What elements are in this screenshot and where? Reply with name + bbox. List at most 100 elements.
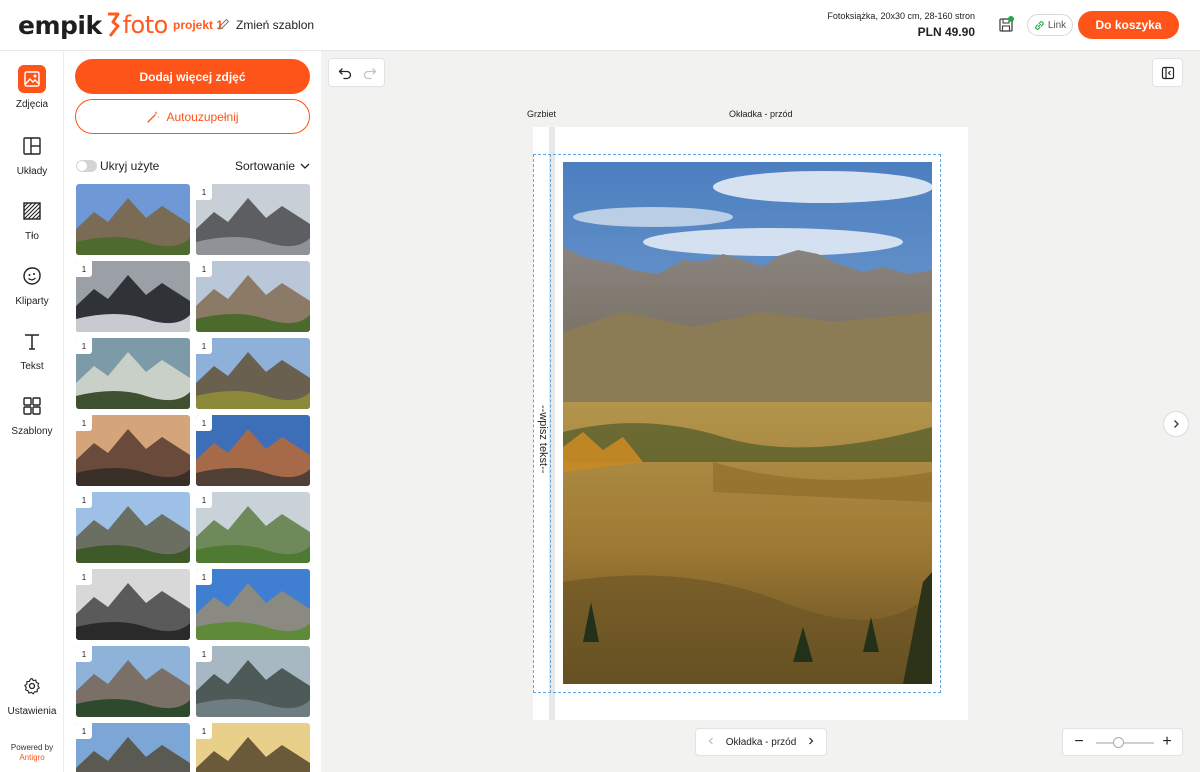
nav-item-cliparts[interactable]: Kliparty	[0, 262, 64, 307]
photo-thumbnail-image	[196, 569, 310, 640]
powered-by-brand[interactable]: Antigro	[0, 753, 64, 763]
logo-mark-icon	[106, 12, 120, 38]
photos-panel: Dodaj więcej zdjęć Autouzupełnij Ukryj u…	[64, 51, 321, 772]
photo-thumbnail[interactable]: 1	[76, 415, 190, 486]
product-price: PLN 49.90	[917, 25, 975, 39]
clipart-sticker-icon	[18, 262, 46, 290]
photo-thumbnail[interactable]: 1	[196, 261, 310, 332]
photo-thumbnail-image	[196, 261, 310, 332]
photo-thumbnail-image	[76, 646, 190, 717]
usage-count-badge: 1	[196, 646, 212, 662]
nav-item-templates[interactable]: Szablony	[0, 392, 64, 437]
usage-count-badge: 1	[196, 415, 212, 431]
cover-photo[interactable]	[563, 162, 932, 684]
autofill-label: Autouzupełnij	[166, 109, 239, 124]
nav-item-layouts[interactable]: Układy	[0, 132, 64, 177]
undo-icon[interactable]	[338, 66, 352, 80]
redo-icon[interactable]	[363, 66, 377, 80]
toggle-side-panel-button[interactable]	[1152, 58, 1183, 87]
next-page-button[interactable]	[1163, 411, 1189, 437]
photo-thumbnail-image	[76, 569, 190, 640]
photo-thumbnail[interactable]: 1	[196, 646, 310, 717]
photo-thumbnail-image	[76, 261, 190, 332]
nav-label-background: Tło	[25, 231, 39, 242]
nav-label-photos: Zdjęcia	[15, 99, 49, 110]
photo-thumbnail[interactable]: 1	[196, 415, 310, 486]
link-label: Link	[1047, 19, 1067, 31]
usage-count-badge: 1	[196, 569, 212, 585]
usage-count-badge: 1	[196, 492, 212, 508]
photo-thumbnail-image	[196, 646, 310, 717]
photo-thumbnail-image	[76, 723, 190, 772]
photo-thumbnail-image	[76, 492, 190, 563]
photo-thumbnail-image	[76, 184, 190, 255]
usage-count-badge: 1	[76, 261, 92, 277]
photo-thumbnail[interactable]	[76, 184, 190, 255]
nav-item-background[interactable]: Tło	[0, 197, 64, 242]
photo-thumbnail[interactable]: 1	[76, 646, 190, 717]
prev-page-chevron-icon[interactable]	[706, 736, 716, 749]
sidebar-toggle-icon	[1161, 66, 1174, 79]
pencil-icon[interactable]	[217, 17, 231, 31]
photo-thumbnail-image	[196, 492, 310, 563]
link-button[interactable]: Link	[1027, 14, 1073, 36]
nav-label-cliparts: Kliparty	[15, 296, 49, 307]
photo-thumbnail[interactable]: 1	[196, 723, 310, 772]
zoom-in-icon[interactable]: +	[1160, 734, 1174, 750]
usage-count-badge: 1	[76, 646, 92, 662]
photo-thumbnail[interactable]: 1	[196, 338, 310, 409]
text-icon	[18, 327, 46, 355]
usage-count-badge: 1	[76, 415, 92, 431]
photo-thumbnail-image	[196, 338, 310, 409]
add-more-photos-button[interactable]: Dodaj więcej zdjęć	[75, 59, 310, 94]
link-icon	[1035, 20, 1044, 30]
magic-wand-icon	[147, 110, 160, 123]
photo-thumbnail[interactable]: 1	[196, 184, 310, 255]
background-pattern-icon	[18, 197, 46, 225]
hide-used-label: Ukryj użyte	[100, 159, 160, 173]
zoom-slider-handle[interactable]	[1113, 737, 1124, 748]
change-template-link[interactable]: Zmień szablon	[236, 18, 314, 32]
usage-count-badge: 1	[76, 492, 92, 508]
spine-text-placeholder[interactable]: --wpisz tekst--	[535, 405, 549, 473]
cover-landscape-image	[563, 162, 932, 684]
nav-item-text[interactable]: Tekst	[0, 327, 64, 372]
usage-count-badge: 1	[76, 723, 92, 739]
photo-thumbnail-image	[196, 184, 310, 255]
photo-thumbnail[interactable]: 1	[76, 723, 190, 772]
add-to-cart-button[interactable]: Do koszyka	[1078, 11, 1179, 39]
undo-redo-group	[328, 58, 385, 87]
left-toolbar: Zdjęcia Układy Tło Kliparty Tekst Szablo…	[0, 51, 64, 772]
spine-label: Grzbiet	[527, 109, 557, 119]
nav-item-settings[interactable]: Ustawienia	[0, 672, 64, 717]
autofill-button[interactable]: Autouzupełnij	[75, 99, 310, 134]
usage-count-badge: 1	[196, 184, 212, 200]
photo-thumbnail-image	[196, 723, 310, 772]
sort-label: Sortowanie	[235, 159, 296, 173]
usage-count-badge: 1	[196, 261, 212, 277]
photo-thumbnail[interactable]: 1	[196, 492, 310, 563]
zoom-out-icon[interactable]: −	[1072, 734, 1086, 750]
front-cover-label: Okładka - przód	[729, 109, 793, 119]
zoom-slider-track[interactable]	[1096, 742, 1154, 744]
usage-count-badge: 1	[196, 723, 212, 739]
logo-foto-text: foto	[122, 11, 169, 39]
photo-thumbnail[interactable]: 1	[76, 338, 190, 409]
chevron-down-icon	[300, 163, 310, 169]
photo-thumbnail[interactable]: 1	[76, 569, 190, 640]
top-bar: empik foto projekt 1 Zmień szablon Fotok…	[0, 0, 1200, 51]
empik-foto-logo[interactable]: empik foto	[18, 8, 168, 42]
hide-used-toggle[interactable]	[76, 160, 97, 172]
nav-item-photos[interactable]: Zdjęcia	[0, 65, 64, 110]
photo-thumbnail-image	[76, 415, 190, 486]
photo-thumbnail[interactable]: 1	[76, 261, 190, 332]
zoom-control: − +	[1062, 728, 1183, 756]
gear-icon	[18, 672, 46, 700]
product-info: Fotoksiążka, 20x30 cm, 28-160 stron PLN …	[827, 11, 975, 39]
photo-thumbnail[interactable]: 1	[76, 492, 190, 563]
layout-icon	[18, 132, 46, 160]
sort-dropdown[interactable]: Sortowanie	[235, 159, 311, 173]
photo-thumbnail[interactable]: 1	[196, 569, 310, 640]
project-name[interactable]: projekt 1	[173, 18, 223, 32]
next-page-chevron-icon[interactable]	[806, 736, 816, 749]
